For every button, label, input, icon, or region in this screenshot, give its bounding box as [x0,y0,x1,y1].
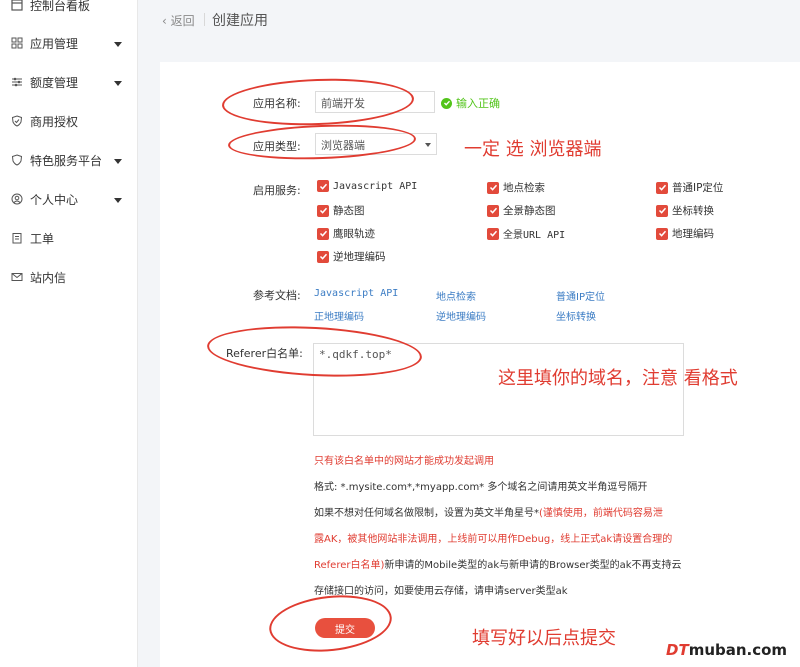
top-bar: ‹ 返回 创建应用 [160,0,800,40]
sidebar-item-personal-center[interactable]: 个人中心 [0,184,137,214]
checkbox-checked-icon [487,181,499,194]
doc-link[interactable]: Javascript API [314,288,398,299]
referer-note: 存储接口的访问，如要使用云存储，请申请server类型ak [314,586,568,597]
sidebar-item-commercial-license[interactable]: 商用授权 [0,106,137,136]
referer-note: 只有该白名单中的网站才能成功发起调用 [314,456,494,467]
sidebar-item-label: 站内信 [30,270,67,285]
service-checkbox[interactable]: 普通IP定位 [656,180,723,195]
user-circle-icon [10,192,24,206]
sliders-icon [10,75,24,89]
checkbox-checked-icon [487,227,499,240]
app-name-status: 输入正确 [441,95,500,111]
caret-down-icon [424,139,432,152]
shield-icon [10,114,24,128]
sidebar-item-inbox[interactable]: 站内信 [0,262,137,292]
app-type-select[interactable]: 浏览器端 [315,133,437,155]
doc-link[interactable]: 逆地理编码 [436,308,486,323]
dashboard-icon [10,0,24,12]
app-type-label: 应用类型: [253,140,301,153]
docs-label: 参考文档: [253,289,301,302]
service-checkbox[interactable]: 地点检索 [487,180,545,195]
app-name-input[interactable]: 前端开发 [315,91,435,113]
sidebar-item-console[interactable]: 控制台看板 [0,0,137,20]
sidebar-item-label: 应用管理 [30,36,79,51]
doc-link[interactable]: 坐标转换 [556,308,596,323]
referer-note: Referer白名单)新申请的Mobile类型的ak与新申请的Browser类型… [314,560,682,571]
page-title: 创建应用 [212,13,268,29]
submit-button[interactable]: 提交 [315,618,375,638]
checkbox-checked-icon [487,204,499,217]
sidebar-item-quota-management[interactable]: 额度管理 [0,67,137,97]
annotation-type-note: 一定 选 浏览器端 [464,139,602,160]
heart-shield-icon [10,153,24,167]
checkbox-checked-icon [317,204,329,217]
chevron-down-icon [113,77,123,87]
sidebar-item-special-services[interactable]: 特色服务平台 [0,145,137,175]
checkbox-checked-icon [656,181,668,194]
annotation-submit-note: 填写好以后点提交 [472,628,616,649]
sidebar-item-label: 个人中心 [30,192,79,207]
annotation-domain-note: 这里填你的域名，注意 看格式 [498,368,738,389]
app-name-label: 应用名称: [253,97,301,110]
back-link[interactable]: ‹ 返回 [162,12,195,29]
service-checkbox[interactable]: 逆地理编码 [317,249,386,264]
chevron-down-icon [113,155,123,165]
sidebar-item-ticket[interactable]: 工单 [0,223,137,253]
app-name-status-text: 输入正确 [456,97,500,110]
sidebar-item-label: 额度管理 [30,75,79,90]
checkbox-checked-icon [656,227,668,240]
referer-note: 如果不想对任何域名做限制，设置为英文半角星号*(谨慎使用，前端代码容易泄 [314,508,663,519]
checkbox-checked-icon [656,204,668,217]
sidebar-item-label: 特色服务平台 [30,153,103,168]
sidebar-item-label: 商用授权 [30,114,79,129]
service-checkbox[interactable]: 静态图 [317,203,365,218]
checkbox-checked-icon [317,250,329,263]
referer-note: 露AK，被其他网站非法调用，上线前可以用作Debug，线上正式ak请设置合理的 [314,534,673,545]
checkbox-checked-icon [317,180,329,192]
check-circle-icon [441,97,452,109]
header-divider [204,13,205,26]
sidebar-item-label: 工单 [30,231,55,246]
service-checkbox[interactable]: Javascript API [317,180,417,192]
grid-icon [10,36,24,50]
service-checkbox[interactable]: 全景静态图 [487,203,556,218]
service-checkbox[interactable]: 全景URL API [487,226,565,241]
doc-link[interactable]: 正地理编码 [314,308,364,323]
sidebar: 控制台看板 应用管理 额度管理 商用授权 特色服务平台 个人中心 工单 站内信 [0,0,138,667]
sidebar-item-label: 控制台看板 [30,0,91,13]
referer-note: 格式: *.mysite.com*,*myapp.com* 多个域名之间请用英文… [314,482,648,493]
doc-link[interactable]: 普通IP定位 [556,288,605,303]
app-type-value: 浏览器端 [321,139,365,152]
service-checkbox[interactable]: 坐标转换 [656,203,714,218]
checkbox-checked-icon [317,227,329,240]
chevron-down-icon [113,38,123,48]
create-app-form: 应用名称: 前端开发 输入正确 应用类型: 浏览器端 启用服务: Javascr… [160,62,800,667]
service-checkbox[interactable]: 地理编码 [656,226,714,241]
services-label: 启用服务: [253,184,301,197]
sidebar-item-app-management[interactable]: 应用管理 [0,28,137,58]
clipboard-icon [10,231,24,245]
referer-label: Referer白名单: [226,347,303,360]
doc-link[interactable]: 地点检索 [436,288,476,303]
service-checkbox[interactable]: 鹰眼轨迹 [317,226,375,241]
mail-icon [10,270,24,284]
watermark-logo: DTmuban.com [666,641,788,659]
chevron-down-icon [113,194,123,204]
